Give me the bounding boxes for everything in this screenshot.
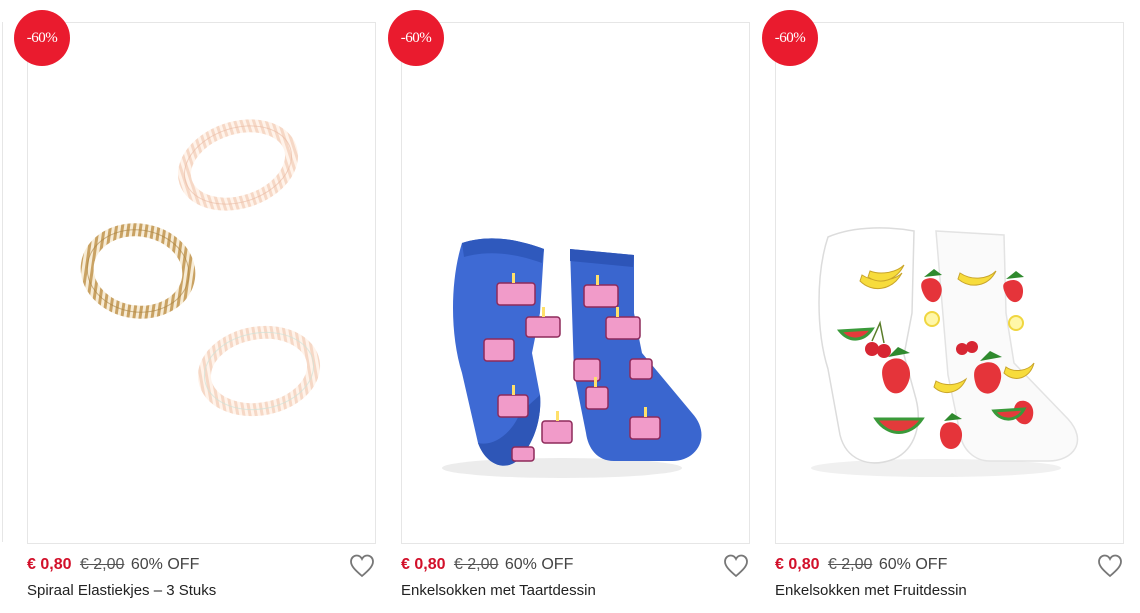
product-title[interactable]: Spiraal Elastiekjes – 3 Stuks — [27, 582, 216, 599]
discount-badge: -60% — [762, 10, 818, 66]
previous-card-edge — [0, 22, 3, 542]
product-title[interactable]: Enkelsokken met Taartdessin — [401, 582, 596, 599]
wishlist-heart-icon[interactable] — [348, 552, 376, 580]
discount-badge: -60% — [388, 10, 444, 66]
price-current: € 0,80 — [775, 556, 820, 573]
cake-socks-icon — [442, 238, 702, 478]
product-card[interactable]: -60% € 0,80 € 2,00 60% OFF Enkelsokken m… — [762, 0, 1137, 613]
discount-text: 60% OFF — [504, 556, 574, 573]
price-original: € 2,00 — [827, 556, 873, 573]
price-row: € 0,80 € 2,00 60% OFF — [27, 556, 199, 574]
product-image-frame[interactable] — [401, 22, 750, 544]
wishlist-heart-icon[interactable] — [722, 552, 750, 580]
product-title[interactable]: Enkelsokken met Fruitdessin — [775, 582, 967, 599]
discount-text: 60% OFF — [878, 556, 948, 573]
price-row: € 0,80 € 2,00 60% OFF — [775, 556, 947, 574]
price-row: € 0,80 € 2,00 60% OFF — [401, 556, 573, 574]
discount-badge: -60% — [14, 10, 70, 66]
product-image-frame[interactable] — [27, 22, 376, 544]
price-current: € 0,80 — [27, 556, 72, 573]
wishlist-heart-icon[interactable] — [1096, 552, 1124, 580]
product-card[interactable]: -60% € 0,80 € 2,00 60% OFF Enkelsokken m… — [388, 0, 763, 613]
hair-spiral-icon — [80, 119, 321, 417]
fruit-socks-icon — [811, 227, 1079, 477]
price-original: € 2,00 — [79, 556, 125, 573]
price-original: € 2,00 — [453, 556, 499, 573]
discount-text: 60% OFF — [130, 556, 200, 573]
product-card[interactable]: -60% € 0,80 € 2,00 60% OFF Spiraal Elast… — [14, 0, 389, 613]
product-image-frame[interactable] — [775, 22, 1124, 544]
price-current: € 0,80 — [401, 556, 446, 573]
